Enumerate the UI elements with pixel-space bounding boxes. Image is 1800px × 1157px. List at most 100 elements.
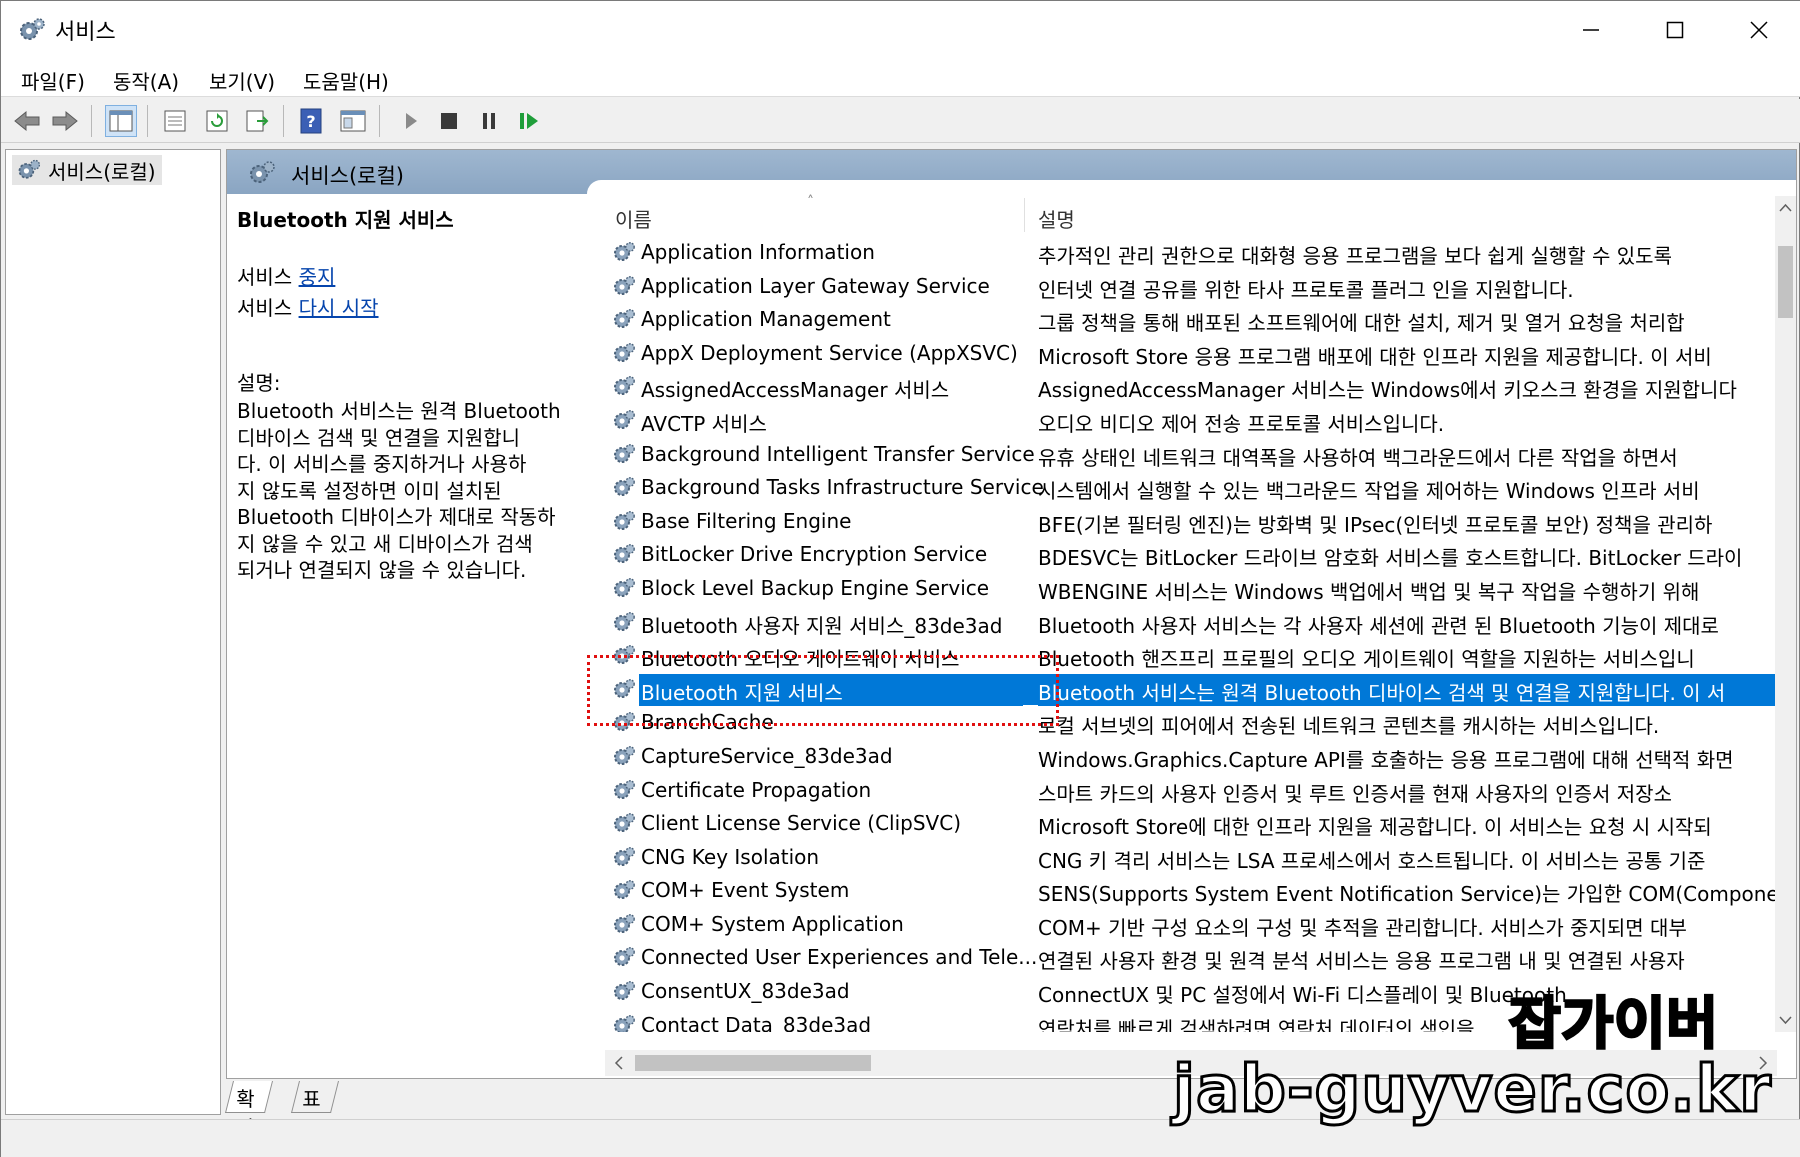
service-name: Block Level Backup Engine Service xyxy=(641,575,990,600)
restart-action-prefix: 서비스 xyxy=(237,296,299,320)
table-row[interactable]: Bluetooth 사용자 지원 서비스_83de3ad Bluetooth 사용… xyxy=(605,606,1777,640)
properties-button[interactable] xyxy=(159,105,191,137)
column-separator[interactable] xyxy=(1024,198,1025,232)
service-description-cell: 스마트 카드의 사용자 인증서 및 루트 인증서를 현재 사용자의 인증서 저장… xyxy=(1038,781,1672,806)
menu-file[interactable]: 파일(F) xyxy=(21,66,85,95)
restart-service-link[interactable]: 다시 시작 xyxy=(299,296,379,320)
vertical-scrollbar[interactable] xyxy=(1775,196,1796,1032)
column-header-name[interactable]: 이름 xyxy=(615,204,652,233)
service-description-cell: Bluetooth 서비스는 원격 Bluetooth 디바이스 검색 및 연결… xyxy=(1038,676,1777,706)
export-list-icon xyxy=(246,110,269,132)
table-row[interactable]: Block Level Backup Engine Service WBENGIN… xyxy=(605,572,1777,606)
scroll-down-icon xyxy=(1779,1016,1792,1025)
table-row[interactable]: CaptureService_83de3ad Windows.Graphics.C… xyxy=(605,740,1777,774)
service-name: BitLocker Drive Encryption Service xyxy=(641,542,988,567)
view-button[interactable] xyxy=(337,105,369,137)
table-row[interactable]: COM+ Event System SENS(Supports System Ev… xyxy=(605,874,1777,908)
svg-text:?: ? xyxy=(306,112,315,131)
service-description-cell: 그룹 정책을 통해 배포된 소프트웨어에 대한 설치, 제거 및 열거 요청을 … xyxy=(1038,311,1685,336)
table-row[interactable]: AssignedAccessManager 서비스 AssignedAccessM… xyxy=(605,370,1777,404)
table-row[interactable]: Client License Service (ClipSVC) Microsof… xyxy=(605,807,1777,841)
description-line: 다. 이 서비스를 중지하거나 사용하 xyxy=(237,452,527,476)
service-name: Application Information xyxy=(641,240,875,264)
minimize-button[interactable] xyxy=(1549,1,1633,59)
table-row[interactable]: Application Management 그룹 정책을 통해 배포된 소프트웨… xyxy=(605,303,1777,337)
help-icon: ? xyxy=(300,108,322,134)
title-bar[interactable]: 서비스 xyxy=(1,1,1800,59)
table-row[interactable]: Application Layer Gateway Service 인터넷 연결 … xyxy=(605,270,1777,304)
table-row[interactable]: Background Tasks Infrastructure Service 시… xyxy=(605,471,1777,505)
show-hide-tree-icon xyxy=(109,110,133,132)
service-gear-icon xyxy=(614,611,635,631)
pause-service-button[interactable] xyxy=(473,105,505,137)
back-button[interactable] xyxy=(11,105,43,137)
services-window: 서비스 파일(F) 동작(A) 보기(V) 도움말(H) ? 서비스(로컬) 서… xyxy=(0,0,1800,1157)
maximize-button[interactable] xyxy=(1633,1,1717,59)
export-list-button[interactable] xyxy=(241,105,273,137)
stop-icon xyxy=(441,113,457,129)
toolbar: ? xyxy=(1,99,1800,143)
service-name: AVCTP 서비스 xyxy=(641,411,767,436)
table-row[interactable]: Background Intelligent Transfer Service 유… xyxy=(605,438,1777,472)
services-gear-icon xyxy=(18,159,41,179)
service-name: AssignedAccessManager 서비스 xyxy=(641,378,950,403)
vertical-scroll-thumb[interactable] xyxy=(1778,246,1793,318)
menu-help[interactable]: 도움말(H) xyxy=(303,66,389,95)
menu-view[interactable]: 보기(V) xyxy=(209,66,275,95)
service-description-cell: WBENGINE 서비스는 Windows 백업에서 백업 및 복구 작업을 수… xyxy=(1038,579,1700,604)
forward-button[interactable] xyxy=(49,105,81,137)
table-row[interactable]: Connected User Experiences and Tele... 연결… xyxy=(605,941,1777,975)
menu-bar: 파일(F) 동작(A) 보기(V) 도움말(H) xyxy=(1,59,1800,97)
service-gear-icon xyxy=(614,410,635,429)
start-service-button[interactable] xyxy=(395,105,427,137)
service-gear-icon xyxy=(614,544,635,564)
table-row[interactable]: BitLocker Drive Encryption Service BDESVC… xyxy=(605,538,1777,572)
table-row[interactable]: AVCTP 서비스 오디오 비디오 제어 전송 프로토콜 서비스입니다. xyxy=(605,404,1777,438)
service-name: Base Filtering Engine xyxy=(641,508,852,533)
service-description-cell: 유휴 상태인 네트워크 대역폭을 사용하여 백그라운드에서 다른 작업을 하면서 xyxy=(1038,445,1678,470)
close-icon xyxy=(1750,21,1768,39)
service-description-cell: Bluetooth 핸즈프리 프로필의 오디오 게이트웨이 역할을 지원하는 서… xyxy=(1038,647,1695,672)
scroll-up-icon xyxy=(1779,203,1792,212)
service-name: COM+ Event System xyxy=(641,878,850,903)
table-row[interactable]: Base Filtering Engine BFE(기본 필터링 엔진)는 방화벽… xyxy=(605,505,1777,539)
service-description-cell: 로컬 서브넷의 피어에서 전송된 네트워크 콘텐츠를 캐시하는 서비스입니다. xyxy=(1038,714,1660,739)
stop-service-link[interactable]: 중지 xyxy=(299,265,336,289)
toolbar-separator xyxy=(379,105,380,137)
horizontal-scroll-thumb[interactable] xyxy=(635,1055,871,1071)
description-label: 설명: xyxy=(237,371,281,395)
table-row[interactable]: AppX Deployment Service (AppXSVC) Microso… xyxy=(605,337,1777,371)
tree-node-services-local[interactable]: 서비스(로컬) xyxy=(12,155,162,185)
service-description-cell: COM+ 기반 구성 요소의 구성 및 추적을 관리합니다. 서비스가 중지되면… xyxy=(1038,915,1687,940)
service-gear-icon xyxy=(614,813,635,833)
table-row[interactable]: CNG Key Isolation CNG 키 격리 서비스는 LSA 프로세스에… xyxy=(605,841,1777,875)
stop-service-button[interactable] xyxy=(433,105,465,137)
stop-action: 서비스 중지 xyxy=(237,261,587,290)
pause-icon xyxy=(483,113,495,129)
window-title: 서비스 xyxy=(55,20,116,45)
service-name: COM+ System Application xyxy=(641,911,904,936)
service-description-cell: Microsoft Store 응용 프로그램 배포에 대한 인프라 지원을 제… xyxy=(1038,344,1712,369)
tab-extended[interactable]: 확장 xyxy=(225,1081,274,1140)
table-row[interactable]: Certificate Propagation 스마트 카드의 사용자 인증서 및… xyxy=(605,774,1777,808)
help-button[interactable]: ? xyxy=(295,105,327,137)
close-button[interactable] xyxy=(1717,1,1800,59)
stop-action-prefix: 서비스 xyxy=(237,265,299,289)
menu-action[interactable]: 동작(A) xyxy=(113,66,179,95)
service-gear-icon xyxy=(614,578,635,597)
description-line: Bluetooth 서비스는 원격 Bluetooth xyxy=(237,399,561,423)
service-name: Client License Service (ClipSVC) xyxy=(641,811,962,836)
refresh-button[interactable] xyxy=(201,105,233,137)
column-header-description[interactable]: 설명 xyxy=(1038,204,1075,233)
refresh-icon xyxy=(206,110,228,132)
table-row[interactable]: COM+ System Application COM+ 기반 구성 요소의 구성… xyxy=(605,908,1777,942)
watermark-title: 잡가이버 xyxy=(1507,991,1720,1059)
service-rows: Application Information 추가적인 관리 권한으로 대화형 … xyxy=(605,236,1777,1032)
toolbar-separator xyxy=(91,105,92,137)
show-hide-tree-button[interactable] xyxy=(105,105,137,137)
tab-standard[interactable]: 표준 xyxy=(291,1081,340,1140)
main-pane: 서비스(로컬) Bluetooth 지원 서비스 서비스 중지 서비스 다시 시… xyxy=(226,149,1797,1079)
table-row[interactable]: Application Information 추가적인 관리 권한으로 대화형 … xyxy=(605,236,1777,270)
restart-service-button[interactable] xyxy=(513,105,545,137)
service-description-cell: 연결된 사용자 환경 및 원격 분석 서비스는 응용 프로그램 내 및 연결된 … xyxy=(1038,949,1685,974)
